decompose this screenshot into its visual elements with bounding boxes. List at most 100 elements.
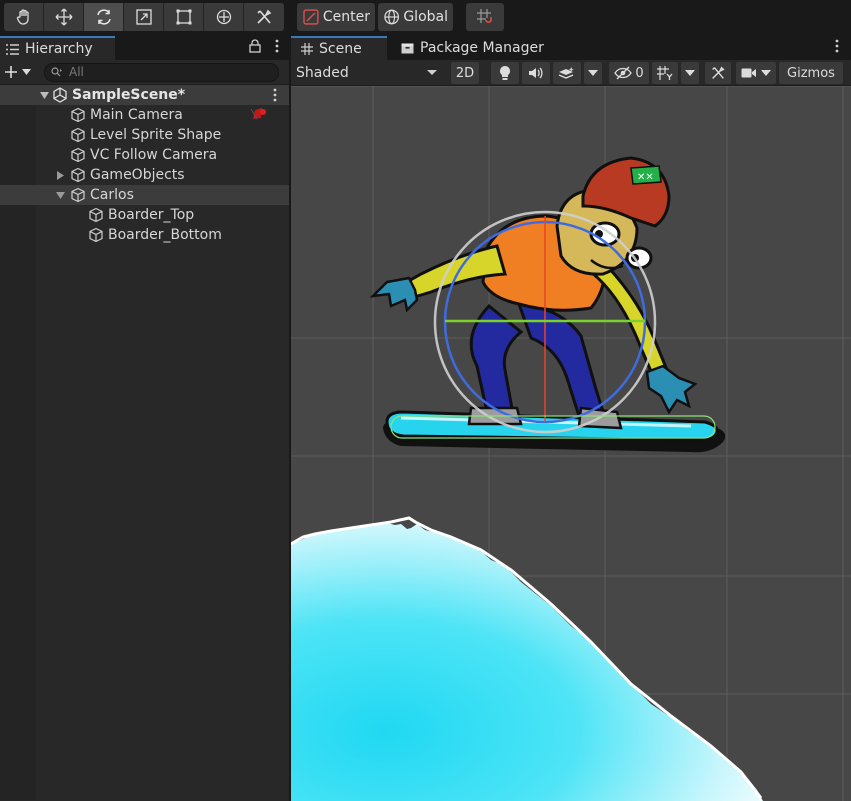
effects-dropdown[interactable] bbox=[584, 62, 602, 84]
tab-package-manager[interactable]: Package Manager bbox=[391, 36, 554, 60]
hierarchy-search-input[interactable] bbox=[69, 65, 259, 79]
lock-icon[interactable] bbox=[249, 39, 261, 53]
scale-icon bbox=[135, 9, 152, 25]
shading-mode-label: Shaded bbox=[296, 64, 349, 81]
grid-dropdown[interactable] bbox=[681, 62, 699, 84]
layers-effects-icon bbox=[558, 67, 574, 79]
tools-icon bbox=[257, 9, 272, 24]
hierarchy-item-carlos[interactable]: Carlos bbox=[0, 185, 289, 205]
lightbulb-icon bbox=[500, 66, 510, 80]
eye-hidden-icon bbox=[614, 66, 633, 80]
camera-settings-dropdown[interactable] bbox=[736, 62, 776, 84]
hierarchy-search[interactable] bbox=[44, 62, 279, 82]
main-toolbar: Center Global bbox=[0, 0, 851, 36]
transform-tools bbox=[4, 3, 284, 31]
package-icon bbox=[401, 43, 414, 53]
list-icon bbox=[6, 43, 19, 55]
hierarchy-item-main-camera[interactable]: Main Camera bbox=[0, 105, 289, 125]
space-global-label: Global bbox=[403, 9, 448, 25]
kebab-menu-icon[interactable] bbox=[275, 39, 279, 53]
scene-toolbar: Shaded 2D 0 Gizmos bbox=[291, 60, 851, 86]
tools-icon bbox=[712, 66, 725, 79]
grid-snap-button[interactable] bbox=[466, 3, 504, 31]
search-icon bbox=[51, 67, 62, 77]
scene-menu-icon[interactable] bbox=[273, 88, 277, 106]
scale-tool-button[interactable] bbox=[124, 3, 164, 31]
rect-tool-button[interactable] bbox=[164, 3, 204, 31]
gameobject-icon bbox=[70, 127, 86, 143]
hierarchy-item-boarder-bottom[interactable]: Boarder_Bottom bbox=[0, 225, 289, 245]
custom-tool-button[interactable] bbox=[244, 3, 284, 31]
scene-tabbar: Scene Package Manager bbox=[291, 36, 851, 60]
gizmos-button[interactable]: Gizmos bbox=[779, 62, 843, 84]
gizmos-label: Gizmos bbox=[787, 65, 835, 81]
helmet-badge-x: ✕✕ bbox=[637, 172, 654, 183]
scene-canvas[interactable]: ✕✕ bbox=[291, 86, 851, 801]
hand-tool-button[interactable] bbox=[4, 3, 44, 31]
hierarchy-item-label: Boarder_Top bbox=[108, 207, 195, 223]
rotate-icon bbox=[96, 9, 111, 25]
chevron-down-icon bbox=[22, 69, 31, 75]
rotate-tool-button[interactable] bbox=[84, 3, 124, 31]
effects-toggle[interactable] bbox=[553, 62, 581, 84]
plus-icon bbox=[5, 66, 17, 78]
hidden-count: 0 bbox=[635, 65, 644, 81]
pivot-center-toggle[interactable]: Center bbox=[297, 3, 375, 31]
shading-mode-dropdown[interactable]: Shaded bbox=[293, 62, 441, 83]
gameobject-icon bbox=[88, 227, 104, 243]
globe-icon bbox=[384, 9, 400, 25]
scene-name: SampleScene* bbox=[72, 87, 186, 103]
hierarchy-item-label: Level Sprite Shape bbox=[90, 127, 222, 143]
scene-tab-menu-icon[interactable] bbox=[835, 39, 839, 57]
expand-arrow-icon[interactable] bbox=[38, 91, 50, 99]
hierarchy-item-level-sprite-shape[interactable]: Level Sprite Shape bbox=[0, 125, 289, 145]
grid-y-icon bbox=[657, 66, 673, 80]
scene-root-item[interactable]: SampleScene* bbox=[0, 85, 289, 105]
transform-tool-button[interactable] bbox=[204, 3, 244, 31]
hierarchy-tabbar: Hierarchy bbox=[0, 36, 289, 60]
scene-view-panel: Scene Package Manager Shaded 2D 0 Gizmos… bbox=[291, 36, 851, 801]
scene-visibility-toggle[interactable]: 0 bbox=[609, 62, 649, 84]
create-dropdown[interactable] bbox=[0, 65, 44, 79]
rotate-gizmo[interactable] bbox=[433, 210, 657, 434]
lighting-toggle[interactable] bbox=[491, 62, 519, 84]
hierarchy-item-gameobjects[interactable]: GameObjects bbox=[0, 165, 289, 185]
pivot-center-label: Center bbox=[322, 9, 370, 25]
package-manager-tab-label: Package Manager bbox=[420, 40, 544, 56]
video-camera-icon bbox=[741, 68, 756, 78]
hierarchy-item-vc-follow-camera[interactable]: VC Follow Camera bbox=[0, 145, 289, 165]
scene-tab-label: Scene bbox=[319, 41, 362, 57]
audio-toggle[interactable] bbox=[522, 62, 550, 84]
transform-icon bbox=[216, 9, 231, 25]
scene-tools-button[interactable] bbox=[705, 62, 731, 84]
camera-warning-icon bbox=[249, 107, 267, 125]
hierarchy-panel: Hierarchy SampleScene* bbox=[0, 36, 289, 801]
chevron-down-icon bbox=[761, 70, 771, 76]
gameobject-icon bbox=[70, 147, 86, 163]
expand-arrow-icon[interactable] bbox=[54, 191, 66, 199]
hierarchy-tree: SampleScene* Main Camera Level Sprite Sh… bbox=[0, 85, 289, 800]
gameobject-icon bbox=[70, 107, 86, 123]
toggle-2d-button[interactable]: 2D bbox=[451, 62, 479, 84]
pivot-center-icon bbox=[303, 9, 319, 25]
grid-hash-icon bbox=[301, 43, 313, 55]
chevron-down-icon bbox=[588, 70, 598, 76]
speaker-icon bbox=[529, 67, 543, 79]
move-arrows-icon bbox=[55, 8, 72, 26]
grid-toggle[interactable] bbox=[652, 62, 678, 84]
hierarchy-item-label: Boarder_Bottom bbox=[108, 227, 222, 243]
tab-scene[interactable]: Scene bbox=[291, 36, 387, 60]
collapse-arrow-icon[interactable] bbox=[54, 170, 66, 180]
hierarchy-search-row bbox=[0, 60, 289, 85]
hierarchy-item-boarder-top[interactable]: Boarder_Top bbox=[0, 205, 289, 225]
gameobject-icon bbox=[70, 187, 86, 203]
hand-icon bbox=[16, 9, 29, 25]
hierarchy-item-label: GameObjects bbox=[90, 167, 185, 183]
tab-hierarchy[interactable]: Hierarchy bbox=[0, 36, 115, 60]
unity-scene-icon bbox=[52, 87, 68, 103]
grid-snap-icon bbox=[477, 9, 492, 23]
mode-2d-label: 2D bbox=[455, 65, 475, 81]
move-tool-button[interactable] bbox=[44, 3, 84, 31]
hierarchy-item-label: Main Camera bbox=[90, 107, 183, 123]
space-global-toggle[interactable]: Global bbox=[378, 3, 453, 31]
